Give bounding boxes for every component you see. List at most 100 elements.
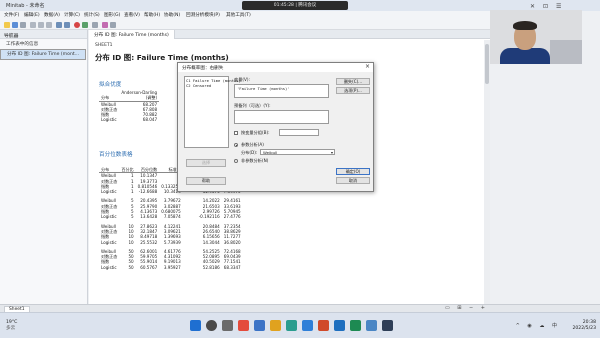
group-label: 预备列（可选）(Y): xyxy=(234,103,271,108)
table-cell: 14.3044 xyxy=(202,239,220,245)
weather-widget[interactable]: 19°C 多云 xyxy=(6,320,17,331)
table-cell: Logistic xyxy=(101,189,117,195)
distribution-plot-dialog: 分布概率图：右删失 × C1 Failure Time (months) C2 … xyxy=(177,62,374,192)
paste-icon[interactable] xyxy=(46,22,52,28)
table-cell: Logistic xyxy=(101,214,117,220)
table-cell: 52.8186 xyxy=(202,264,220,270)
menu-bar: 文件(F) 编辑(E) 数据(A) 计算(C) 统计(S) 图形(G) 查看(V… xyxy=(0,11,490,20)
column-list[interactable]: C1 Failure Time (months) C2 Censored xyxy=(184,76,241,148)
menu-edit[interactable]: 编辑(E) xyxy=(24,12,40,18)
table-row: Logistic 5 13.6428 7.05874 -0.192116 27.4776 xyxy=(99,214,243,219)
goodness-of-fit-table: Anderson-Darling 分布 (调整) Weibull 68.207 对数… xyxy=(99,90,160,123)
menu-help[interactable]: 帮助(H) xyxy=(144,12,160,18)
help-button[interactable]: 帮助 xyxy=(186,177,226,185)
table-cell: 1 xyxy=(131,189,134,195)
start-icon[interactable] xyxy=(190,320,201,331)
meeting-controls[interactable]: ✕⊡☰ xyxy=(530,3,569,10)
nav-item-worksheet-info[interactable]: 工作表中的信息 xyxy=(0,39,87,49)
task-view-icon[interactable] xyxy=(222,320,233,331)
menu-calc[interactable]: 计算(C) xyxy=(64,12,80,18)
save-icon[interactable] xyxy=(12,22,18,28)
table-cell: 77.1541 xyxy=(223,259,241,265)
table-cell: 36.8020 xyxy=(223,239,241,245)
copy-icon[interactable] xyxy=(38,22,44,28)
options-button[interactable]: 选项(P)... xyxy=(336,87,370,94)
app-icon[interactable] xyxy=(286,320,297,331)
menu-stat[interactable]: 统计(S) xyxy=(84,12,100,18)
menu-data[interactable]: 数据(A) xyxy=(44,12,60,18)
menu-view[interactable]: 查看(V) xyxy=(124,12,140,18)
minitab-icon[interactable] xyxy=(382,320,393,331)
undo-icon[interactable] xyxy=(56,22,62,28)
folder-icon[interactable] xyxy=(270,320,281,331)
table-cell: 3.95927 xyxy=(163,264,181,270)
app-icon[interactable] xyxy=(366,320,377,331)
graph-icon[interactable] xyxy=(102,22,108,28)
param-radio[interactable] xyxy=(234,143,238,147)
open-icon[interactable] xyxy=(4,22,10,28)
app-icon[interactable] xyxy=(238,320,249,331)
clock[interactable]: 20:38 2022/5/23 xyxy=(572,320,596,331)
sheet-label: SHEET1 xyxy=(95,43,113,48)
word-icon[interactable] xyxy=(334,320,345,331)
app-icon[interactable] xyxy=(350,320,361,331)
toolbar xyxy=(0,20,490,30)
table-cell: 7.05874 xyxy=(163,214,181,220)
search-icon[interactable] xyxy=(206,320,217,331)
sheet-bar: Sheet1 ▭ ⊞ − + xyxy=(0,304,600,313)
table-cell: 27.4776 xyxy=(223,214,241,220)
nonparam-radio[interactable] xyxy=(234,159,238,163)
navigator-pane: 导航器 工作表中的信息 分布 ID 图: Failure Time (mont.… xyxy=(0,30,88,304)
ok-button[interactable]: 确定(O) xyxy=(336,168,370,175)
goodness-of-fit-title: 拟合优度 xyxy=(99,82,122,88)
table-row: Logistic 10 25.5532 5.73939 14.3044 36.8020 xyxy=(99,240,243,245)
view-controls[interactable]: ▭ ⊞ − + xyxy=(445,305,488,311)
variables-field[interactable]: 'Failure Time (months)' xyxy=(234,84,329,98)
table-cell: 29.4161 xyxy=(223,198,241,204)
table-cell: 68.3347 xyxy=(223,264,241,270)
cancel-button[interactable]: 取消 xyxy=(336,177,370,184)
pool-label: 按变量分组(B): xyxy=(241,130,270,135)
pool-field[interactable] xyxy=(279,129,319,136)
dialog-title: 分布概率图：右删失 xyxy=(178,63,373,72)
censor-button[interactable]: 删失(C)... xyxy=(336,78,370,85)
app-icon[interactable] xyxy=(318,320,329,331)
table-cell: 60.5767 xyxy=(140,264,158,270)
weather-condition: 多云 xyxy=(6,325,16,331)
cut-icon[interactable] xyxy=(30,22,36,28)
right-blank-pane xyxy=(490,64,600,304)
nav-item-distribution-id[interactable]: 分布 ID 图: Failure Time (mont... xyxy=(0,49,87,60)
meeting-banner[interactable]: 01:45:28 | 腾讯会议 xyxy=(242,1,348,10)
select-button[interactable]: 选择 xyxy=(186,159,226,167)
tray-icons[interactable]: ^ ◉ ☁ 中 xyxy=(516,322,560,329)
redo-icon[interactable] xyxy=(64,22,70,28)
table-cell: -0.192116 xyxy=(198,214,220,220)
app-icon[interactable] xyxy=(254,320,265,331)
stop-icon[interactable] xyxy=(74,22,80,28)
navigator-title: 导航器 xyxy=(0,30,87,39)
menu-tools[interactable]: 其他工具(T) xyxy=(226,12,251,18)
help-icon[interactable] xyxy=(92,22,98,28)
table-row: Logistic 50 60.5767 3.95927 52.8186 68.3347 xyxy=(99,265,243,270)
close-icon[interactable]: × xyxy=(365,63,370,70)
menu-graph[interactable]: 图形(G) xyxy=(104,12,120,18)
tab-distribution-id[interactable]: 分布 ID 图: Failure Time (months) xyxy=(89,30,175,39)
tab-strip: 分布 ID 图: Failure Time (months) xyxy=(89,30,490,39)
window-icon[interactable] xyxy=(110,22,116,28)
table-cell: 11.7277 xyxy=(223,234,241,240)
windows-taskbar: 19°C 多云 ^ ◉ ☁ 中 20:38 2022/5/23 xyxy=(0,312,600,338)
dist-label: 分布(D): xyxy=(241,150,258,155)
nonparam-label: 非参数分析(N) xyxy=(241,158,269,163)
list-item[interactable]: C2 Censored xyxy=(186,83,227,88)
dist-select[interactable]: Weibull ▾ xyxy=(260,149,335,155)
menu-assist[interactable]: 协助(N) xyxy=(164,12,180,18)
group-field[interactable] xyxy=(234,110,329,124)
menu-file[interactable]: 文件(F) xyxy=(4,12,19,18)
table-cell: 5 xyxy=(131,214,134,220)
menu-backtest[interactable]: 回测分析模块(P) xyxy=(186,12,220,18)
scrollbar-thumb[interactable] xyxy=(485,44,489,84)
pool-checkbox[interactable] xyxy=(234,131,238,135)
app-icon[interactable] xyxy=(302,320,313,331)
run-icon[interactable] xyxy=(82,22,88,28)
print-icon[interactable] xyxy=(20,22,26,28)
